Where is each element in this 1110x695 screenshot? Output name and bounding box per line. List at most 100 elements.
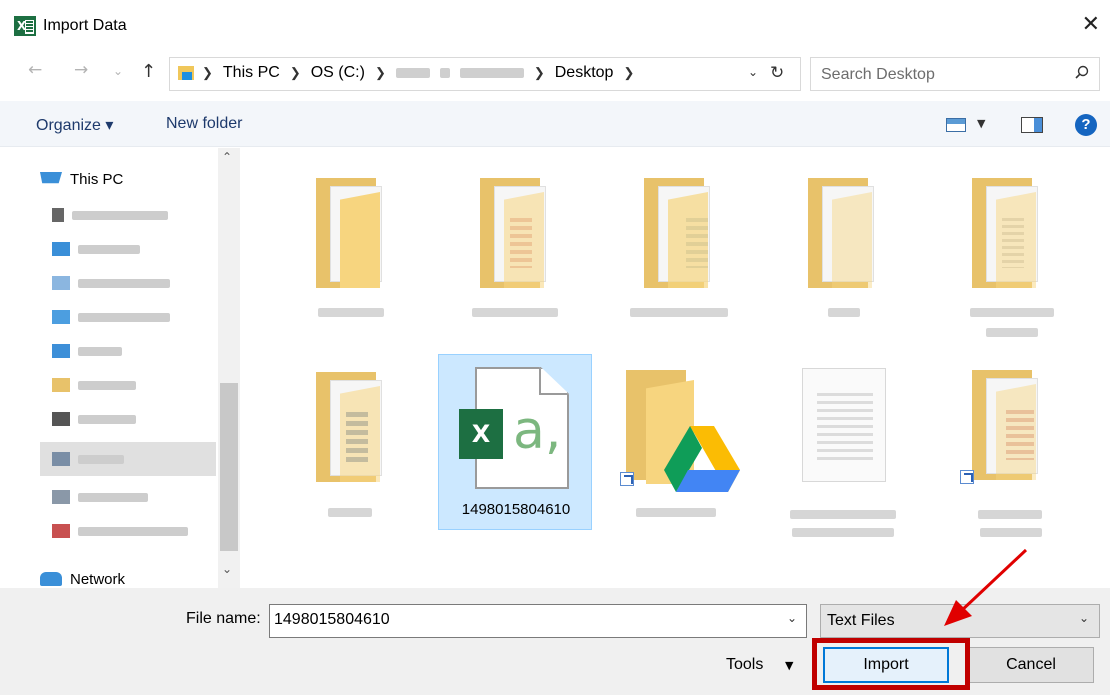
tree-item-blurred[interactable] xyxy=(52,232,228,266)
excel-icon: X xyxy=(14,16,36,36)
file-tile[interactable] xyxy=(602,162,756,338)
chevron-right-icon: ❯ xyxy=(289,65,301,80)
file-tile[interactable] xyxy=(274,162,428,338)
blurred-label xyxy=(78,312,170,322)
drive-icon xyxy=(52,524,70,538)
tree-item-blurred[interactable] xyxy=(52,402,228,436)
folder-icon xyxy=(316,178,396,290)
tree-item-blurred[interactable] xyxy=(52,300,228,334)
phone-icon xyxy=(52,208,64,222)
navigation-pane: This PC Network xyxy=(0,148,240,588)
breadcrumb: ❯ This PC ❯ OS (C:) ❯ ❯ Desktop ❯ xyxy=(202,64,634,82)
excel-csv-file-icon: X a, xyxy=(459,367,575,495)
forward-arrow-icon[interactable]: → xyxy=(74,60,88,80)
tree-item-blurred[interactable] xyxy=(52,368,228,402)
blurred-label xyxy=(630,308,728,317)
organize-button[interactable]: Organize ▾ xyxy=(36,115,113,135)
blurred-label xyxy=(78,526,188,536)
file-name-label: 1498015804610 xyxy=(461,501,571,518)
file-tile[interactable] xyxy=(930,162,1084,338)
breadcrumb-blurred[interactable] xyxy=(459,68,524,78)
blurred-label xyxy=(72,210,168,220)
blurred-label xyxy=(472,308,558,317)
tree-item-blurred[interactable] xyxy=(52,514,228,548)
file-list: X a, 1498015804610 xyxy=(240,148,1110,588)
tree-item-label: Network xyxy=(70,570,126,588)
new-folder-button[interactable]: New folder xyxy=(166,115,242,133)
tree-item-this-pc[interactable]: This PC xyxy=(40,162,216,196)
chevron-down-icon[interactable]: ⌄ xyxy=(787,611,797,625)
tree-item-label: This PC xyxy=(70,170,124,188)
google-drive-folder-icon xyxy=(620,370,744,492)
cancel-button[interactable]: Cancel xyxy=(968,647,1094,683)
window-title: Import Data xyxy=(43,17,127,34)
shortcut-arrow-icon xyxy=(620,472,634,486)
chevron-right-icon: ❯ xyxy=(533,65,545,80)
tree-item-blurred[interactable] xyxy=(52,334,228,368)
blurred-label xyxy=(328,508,372,517)
tools-button[interactable]: Tools xyxy=(726,656,763,674)
breadcrumb-this-pc[interactable]: This PC xyxy=(223,64,280,82)
file-tile[interactable] xyxy=(438,162,592,338)
blurred-label xyxy=(78,492,148,502)
blurred-label xyxy=(978,510,1042,519)
tree-item-blurred[interactable] xyxy=(52,480,228,514)
address-bar[interactable]: ❯ This PC ❯ OS (C:) ❯ ❯ Desktop ❯ ⌄ ↻ xyxy=(169,57,801,91)
tree-item-network[interactable]: Network xyxy=(40,562,216,588)
computer-icon xyxy=(40,172,62,184)
breadcrumb-desktop[interactable]: Desktop xyxy=(555,64,614,82)
navigation-pane-scrollbar[interactable]: ⌃ ⌄ xyxy=(218,148,240,588)
file-tile[interactable] xyxy=(766,162,920,338)
blurred-label xyxy=(970,308,1054,317)
chevron-right-icon: ❯ xyxy=(374,65,386,80)
file-tile[interactable] xyxy=(930,354,1084,537)
network-icon xyxy=(40,572,62,586)
chevron-up-icon[interactable]: ⌃ xyxy=(222,150,232,164)
blurred-label xyxy=(980,528,1042,537)
file-name-input[interactable]: 1498015804610 xyxy=(269,604,807,638)
file-type-select[interactable]: Text Files xyxy=(820,604,1100,638)
file-tile[interactable] xyxy=(766,354,920,537)
downloads-folder-icon xyxy=(52,310,70,324)
chevron-right-icon: ❯ xyxy=(202,65,213,80)
drive-icon xyxy=(52,452,70,466)
file-tile[interactable] xyxy=(602,354,756,530)
chevron-down-icon[interactable]: ▼ xyxy=(785,659,793,672)
refresh-icon[interactable]: ↻ xyxy=(770,63,784,83)
tree-item-drive-selected[interactable] xyxy=(40,442,216,476)
file-tile[interactable] xyxy=(274,356,428,532)
file-tile-selected[interactable]: X a, 1498015804610 xyxy=(438,354,592,530)
help-icon[interactable]: ? xyxy=(1075,114,1097,136)
scrollbar-thumb[interactable] xyxy=(220,383,238,551)
breadcrumb-blurred[interactable] xyxy=(395,68,430,78)
shortcut-arrow-icon xyxy=(960,470,974,484)
folder-icon xyxy=(644,178,724,290)
folder-icon xyxy=(808,178,888,290)
videos-folder-icon xyxy=(52,412,70,426)
chevron-down-icon[interactable]: ⌄ xyxy=(748,65,758,79)
chevron-down-icon[interactable]: ⌄ xyxy=(113,64,123,78)
search-input[interactable]: Search Desktop xyxy=(821,66,935,84)
tree-item-blurred[interactable] xyxy=(52,266,228,300)
preview-pane-icon[interactable] xyxy=(1021,117,1043,133)
blurred-label xyxy=(636,508,716,517)
blurred-label xyxy=(318,308,384,317)
view-options-icon[interactable] xyxy=(946,118,966,132)
chevron-down-icon[interactable]: ⌄ xyxy=(1079,611,1089,625)
search-box[interactable]: Search Desktop xyxy=(810,57,1100,91)
close-icon[interactable]: ✕ xyxy=(1082,12,1100,37)
back-arrow-icon[interactable]: ← xyxy=(28,60,42,80)
chevron-right-icon: ❯ xyxy=(623,65,635,80)
blurred-label xyxy=(78,454,124,464)
search-icon[interactable] xyxy=(1075,65,1089,79)
tree-item-blurred[interactable] xyxy=(52,198,228,232)
folder-icon xyxy=(972,370,1052,482)
blurred-label xyxy=(78,380,136,390)
chevron-down-icon[interactable]: ▼ xyxy=(977,117,985,130)
blurred-label xyxy=(986,328,1038,337)
breadcrumb-os-c[interactable]: OS (C:) xyxy=(311,64,365,82)
up-arrow-icon[interactable]: ↑ xyxy=(141,61,156,82)
folder-icon xyxy=(178,66,194,80)
navigation-bar: ← → ⌄ ↑ ❯ This PC ❯ OS (C:) ❯ ❯ Desktop … xyxy=(0,54,1110,96)
chevron-down-icon[interactable]: ⌄ xyxy=(222,562,232,576)
